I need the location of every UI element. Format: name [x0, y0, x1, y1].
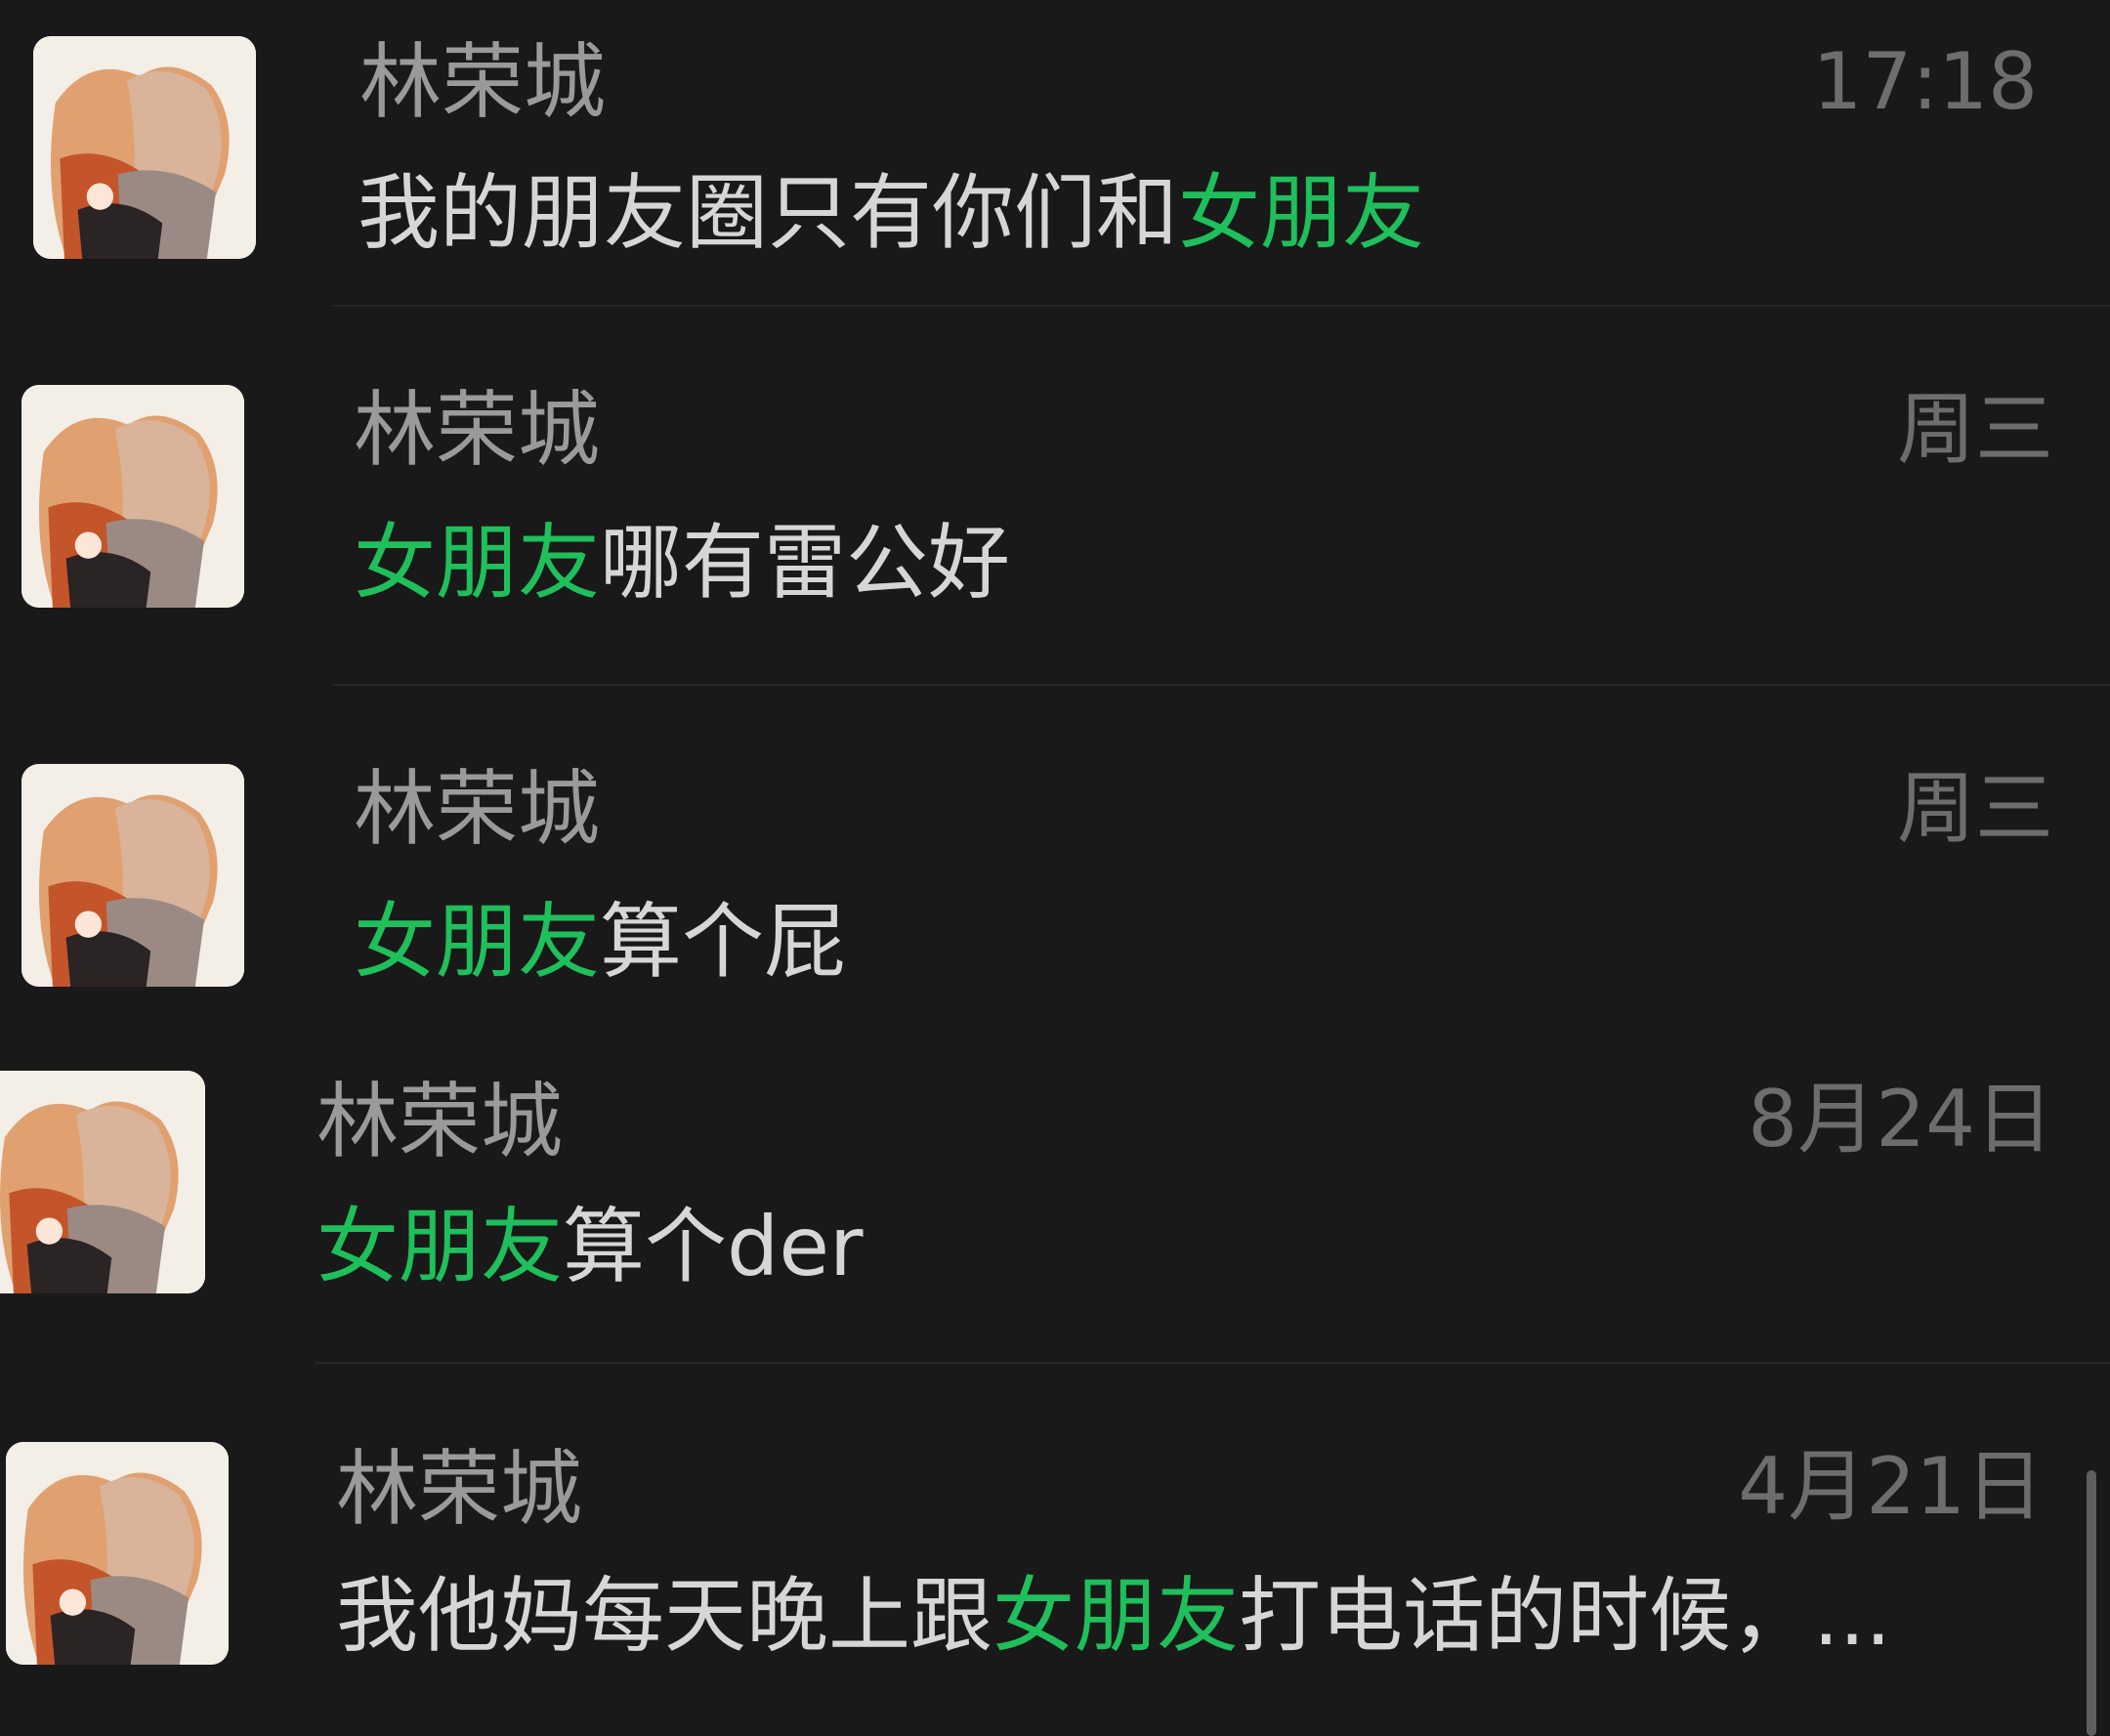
search-result-item[interactable]: 林荣城 17:18 我的朋友圈只有你们和女朋友 — [0, 0, 2110, 308]
contact-name: 林荣城 — [354, 382, 601, 478]
avatar[interactable] — [6, 1442, 229, 1665]
message-preview: 女朋友算个屁 — [354, 901, 846, 983]
avatar-image — [6, 1442, 229, 1665]
avatar-image — [33, 36, 256, 259]
avatar-image — [0, 1071, 205, 1293]
message-time: 周三 — [1897, 384, 2053, 475]
avatar-image — [21, 764, 244, 987]
message-text: 我的朋友圈只有你们和 — [358, 165, 1179, 261]
contact-name: 林荣城 — [354, 761, 601, 857]
message-text: 算个屁 — [600, 894, 847, 990]
scrollbar[interactable] — [2087, 1470, 2096, 1736]
search-result-item[interactable]: 林荣城 8月24日 女朋友算个der — [0, 1057, 2110, 1362]
message-preview: 女朋友算个der — [316, 1206, 864, 1288]
search-keyword-highlight: 女朋友 — [316, 1199, 564, 1294]
avatar[interactable] — [21, 764, 244, 987]
message-preview: 我他妈每天晚上跟女朋友打电话的时候，... — [336, 1575, 1891, 1657]
avatar[interactable] — [0, 1071, 205, 1293]
contact-name: 林荣城 — [359, 34, 607, 130]
message-preview: 我的朋友圈只有你们和女朋友 — [358, 172, 1424, 254]
search-result-item[interactable]: 林荣城 周三 女朋友哪有雷公好 — [0, 307, 2110, 686]
message-text: 算个der — [563, 1199, 864, 1294]
message-text: 打电话的时候，... — [1239, 1568, 1892, 1664]
avatar[interactable] — [21, 385, 244, 608]
contact-name: 林荣城 — [316, 1074, 564, 1169]
message-preview: 女朋友哪有雷公好 — [354, 522, 1010, 604]
avatar-image — [21, 385, 244, 608]
search-keyword-highlight: 女朋友 — [354, 515, 601, 611]
message-time: 4月21日 — [1738, 1441, 2044, 1532]
message-text: 哪有雷公好 — [600, 515, 1011, 611]
search-keyword-highlight: 女朋友 — [992, 1568, 1240, 1664]
search-result-item[interactable]: 林荣城 周三 女朋友算个屁 — [0, 686, 2110, 1057]
message-text: 我他妈每天晚上跟 — [336, 1568, 993, 1664]
contact-name: 林荣城 — [336, 1441, 583, 1537]
search-keyword-highlight: 女朋友 — [1178, 165, 1425, 261]
message-time: 8月24日 — [1748, 1074, 2053, 1164]
avatar[interactable] — [33, 36, 256, 259]
message-time: 周三 — [1897, 763, 2053, 854]
search-result-item[interactable]: 林荣城 4月21日 我他妈每天晚上跟女朋友打电话的时候，... — [0, 1364, 2110, 1736]
message-time: 17:18 — [1812, 36, 2038, 127]
search-keyword-highlight: 女朋友 — [354, 894, 601, 990]
